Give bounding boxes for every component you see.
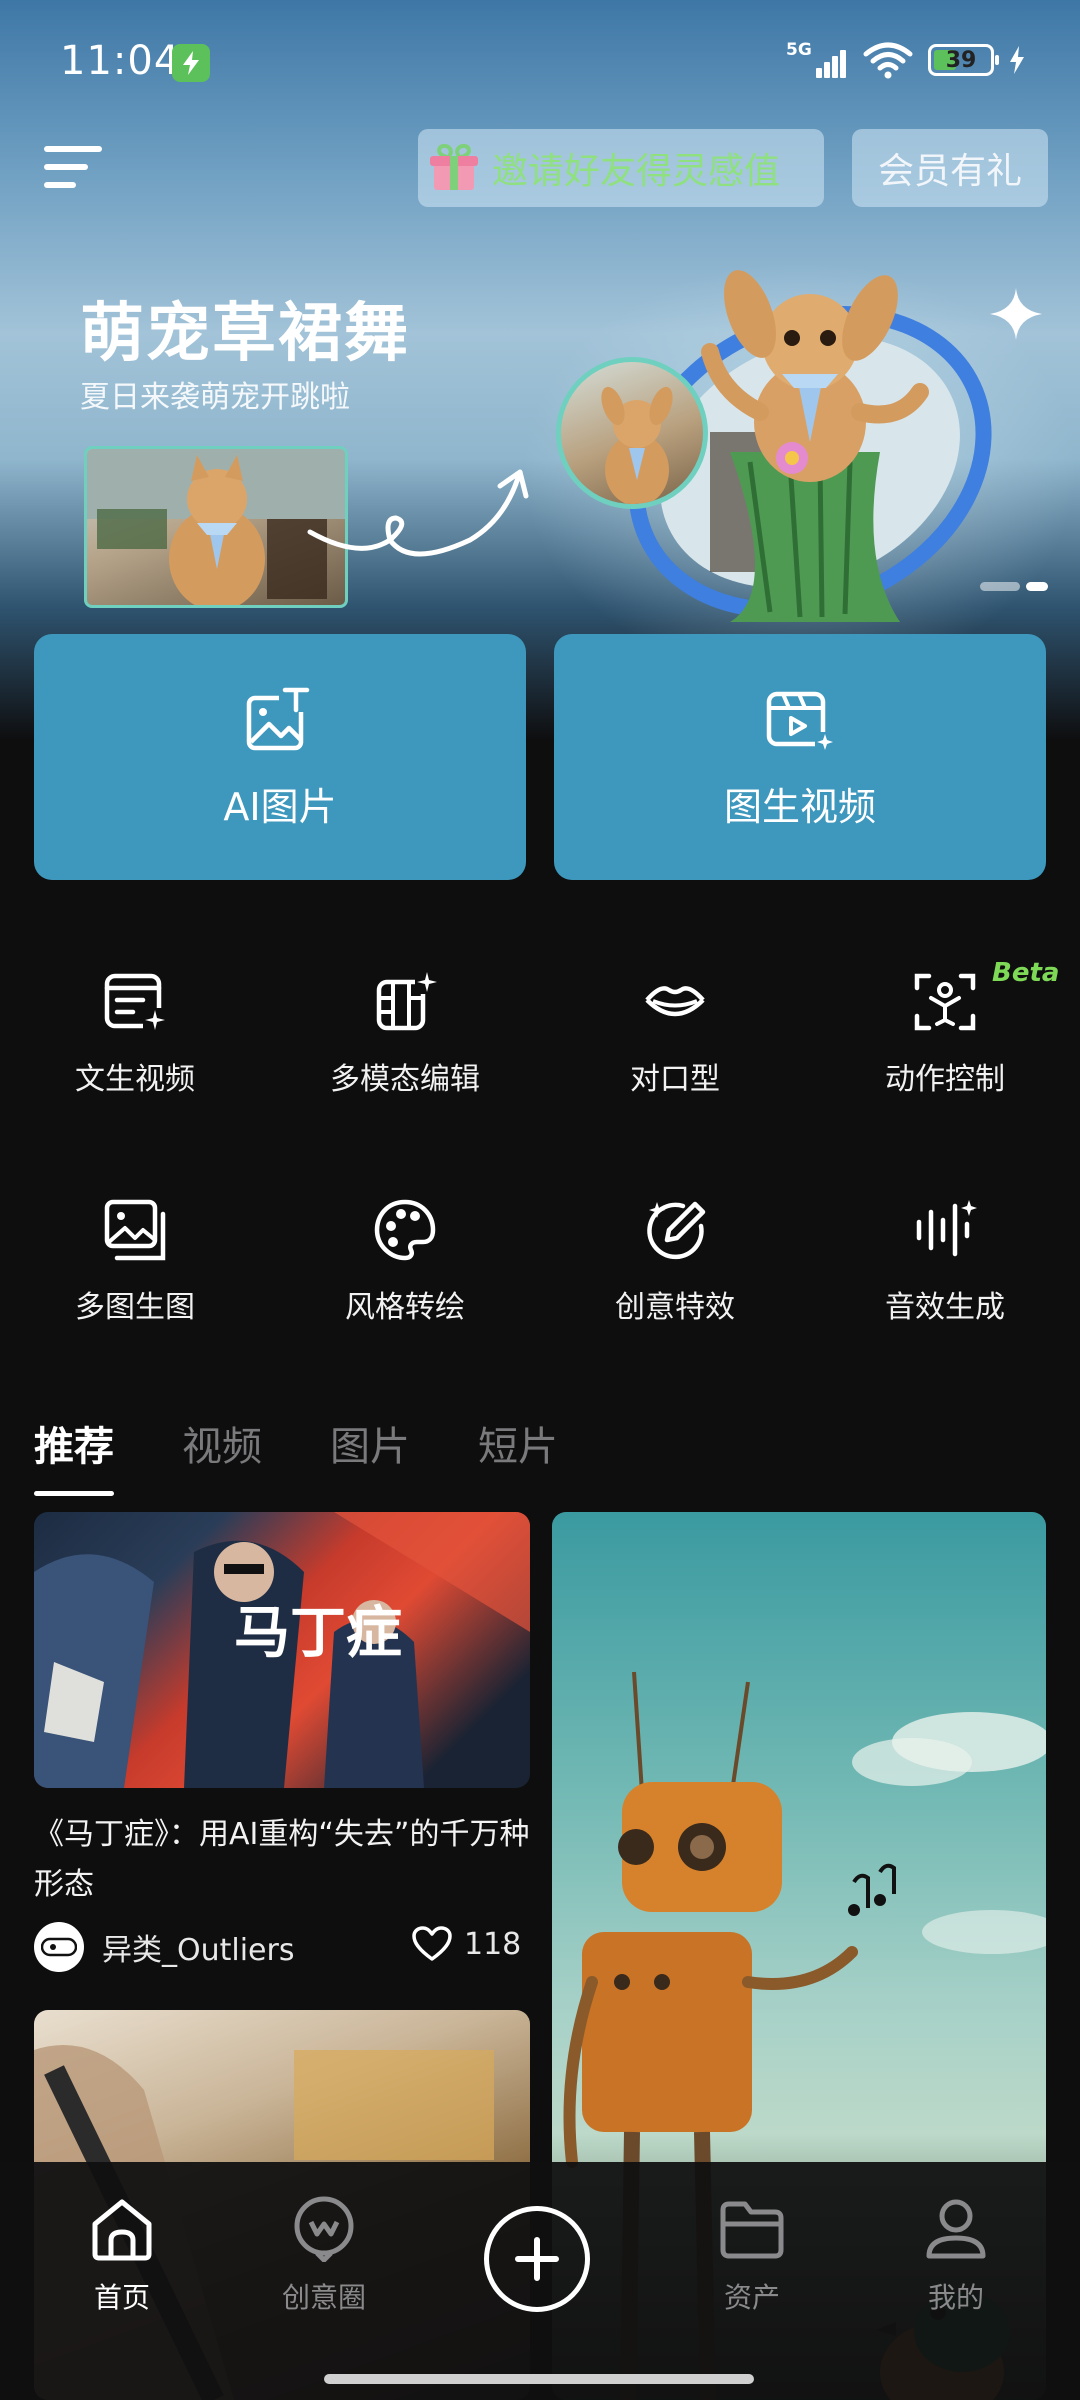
nav-label: 首页 bbox=[93, 2281, 150, 2314]
feed-card[interactable]: 马丁症 《马丁症》：用AI重构“失去”的千万种形态 异类_Outliers 11… bbox=[34, 1512, 530, 1982]
text-video-icon bbox=[104, 973, 167, 1032]
tab-image[interactable]: 图片 bbox=[330, 1414, 410, 1472]
tool-label: 多图生图 bbox=[75, 1290, 195, 1325]
create-add-button[interactable] bbox=[484, 2206, 590, 2312]
sparkle-icon bbox=[990, 288, 1042, 340]
carousel-indicator bbox=[980, 582, 1048, 591]
bolt-icon bbox=[172, 44, 210, 82]
tool-sound-effects[interactable]: 音效生成 bbox=[810, 1198, 1080, 1358]
like-button[interactable]: 118 bbox=[412, 1926, 521, 1962]
vip-gift-button[interactable]: 会员有礼 bbox=[852, 129, 1048, 207]
nav-home[interactable]: 首页 bbox=[42, 2196, 202, 2316]
invite-label: 邀请好友得灵感值 bbox=[492, 151, 781, 192]
signal-icon: 5G bbox=[786, 40, 848, 80]
status-bar: 11:04 5G 39 bbox=[0, 0, 1080, 120]
heart-icon bbox=[412, 1926, 452, 1961]
tab-recommended[interactable]: 推荐 bbox=[34, 1414, 114, 1496]
nav-label: 资产 bbox=[723, 2281, 780, 2314]
palette-icon bbox=[374, 1199, 436, 1261]
image-to-video-label: 图生视频 bbox=[723, 784, 876, 829]
charging-icon bbox=[1010, 46, 1024, 74]
multimodal-edit-icon bbox=[376, 970, 437, 1031]
nav-label: 创意圈 bbox=[281, 2281, 366, 2314]
ai-image-label: AI图片 bbox=[223, 784, 337, 829]
feed-card-image-text: 马丁症 bbox=[234, 1601, 402, 1666]
carousel-dot-active bbox=[1026, 582, 1048, 591]
feed-card-title: 《马丁症》：用AI重构“失去”的千万种形态 bbox=[34, 1817, 530, 1902]
network-label: 5G bbox=[786, 40, 812, 60]
tab-short-film[interactable]: 短片 bbox=[478, 1414, 558, 1472]
feed-card-image: 马丁症 bbox=[34, 1512, 530, 1788]
folder-icon bbox=[720, 2201, 784, 2259]
avatar[interactable] bbox=[34, 1922, 84, 1972]
add-icon bbox=[515, 2237, 559, 2281]
banner-after-thumbnail bbox=[556, 357, 708, 509]
tool-lip-sync[interactable]: 对口型 bbox=[540, 970, 810, 1130]
tool-label: 动作控制 bbox=[885, 1062, 1005, 1097]
tool-motion-control[interactable]: 动作控制 bbox=[810, 970, 1080, 1130]
banner-title: 萌宠草裙舞 bbox=[80, 297, 410, 371]
banner-subtitle: 夏日来袭萌宠开跳啦 bbox=[80, 380, 350, 415]
status-icons: 5G 39 bbox=[786, 40, 1026, 80]
hero-banner[interactable]: 11:04 5G 39 邀请好友得灵感值 会员有礼 萌宠草裙舞 夏日来袭萌宠开跳… bbox=[0, 0, 1080, 740]
tool-label: 音效生成 bbox=[885, 1290, 1005, 1325]
image-video-icon bbox=[766, 691, 833, 750]
motion-control-icon bbox=[914, 973, 976, 1031]
magic-pen-icon bbox=[647, 1201, 706, 1260]
nav-assets[interactable]: 资产 bbox=[672, 2196, 832, 2316]
tool-label: 多模态编辑 bbox=[330, 1062, 480, 1097]
profile-icon bbox=[926, 2199, 986, 2259]
transform-arrow-icon bbox=[307, 469, 529, 557]
community-icon bbox=[294, 2196, 354, 2262]
tool-label: 文生视频 bbox=[75, 1062, 195, 1097]
tool-label: 创意特效 bbox=[615, 1290, 735, 1325]
tool-multi-image[interactable]: 多图生图 bbox=[0, 1198, 270, 1358]
battery-icon: 39 bbox=[928, 44, 999, 76]
feed-card-author[interactable]: 异类_Outliers bbox=[34, 1922, 294, 1972]
tool-multimodal-edit[interactable]: 多模态编辑 bbox=[270, 970, 540, 1130]
gift-icon bbox=[430, 141, 478, 192]
like-count: 118 bbox=[464, 1926, 522, 1962]
author-name: 异类_Outliers bbox=[102, 1933, 295, 1968]
invite-friends-button[interactable]: 邀请好友得灵感值 bbox=[418, 129, 824, 207]
status-time: 11:04 bbox=[60, 38, 181, 84]
tab-video[interactable]: 视频 bbox=[182, 1414, 262, 1472]
home-icon bbox=[92, 2199, 152, 2261]
beta-badge: Beta bbox=[992, 958, 1060, 988]
bottom-navigation: 首页 创意圈 资产 我的 bbox=[0, 2162, 1080, 2400]
tool-text-to-video[interactable]: 文生视频 bbox=[0, 970, 270, 1130]
tool-creative-effects[interactable]: 创意特效 bbox=[540, 1198, 810, 1358]
wifi-icon bbox=[863, 42, 913, 79]
tool-style-transfer[interactable]: 风格转绘 bbox=[270, 1198, 540, 1358]
nav-profile[interactable]: 我的 bbox=[876, 2196, 1036, 2316]
nav-community[interactable]: 创意圈 bbox=[244, 2196, 404, 2316]
image-text-icon bbox=[246, 685, 311, 750]
ai-image-card[interactable]: AI图片 bbox=[34, 634, 526, 880]
menu-icon[interactable] bbox=[44, 142, 104, 194]
home-indicator[interactable] bbox=[324, 2374, 754, 2384]
tool-label: 风格转绘 bbox=[345, 1290, 465, 1325]
carousel-dot bbox=[980, 582, 1020, 591]
battery-percent: 39 bbox=[945, 47, 977, 73]
sound-wave-icon bbox=[916, 1198, 977, 1257]
multi-image-icon bbox=[104, 1199, 166, 1261]
app-root: 11:04 5G 39 邀请好友得灵感值 会员有礼 萌宠草裙舞 夏日来袭萌宠开跳… bbox=[0, 0, 1080, 2400]
feed-tabs: 推荐 视频 图片 短片 bbox=[34, 1414, 558, 1496]
image-to-video-card[interactable]: 图生视频 bbox=[554, 634, 1046, 880]
nav-label: 我的 bbox=[927, 2281, 984, 2314]
lips-icon bbox=[645, 986, 705, 1017]
tool-label: 对口型 bbox=[630, 1062, 720, 1097]
